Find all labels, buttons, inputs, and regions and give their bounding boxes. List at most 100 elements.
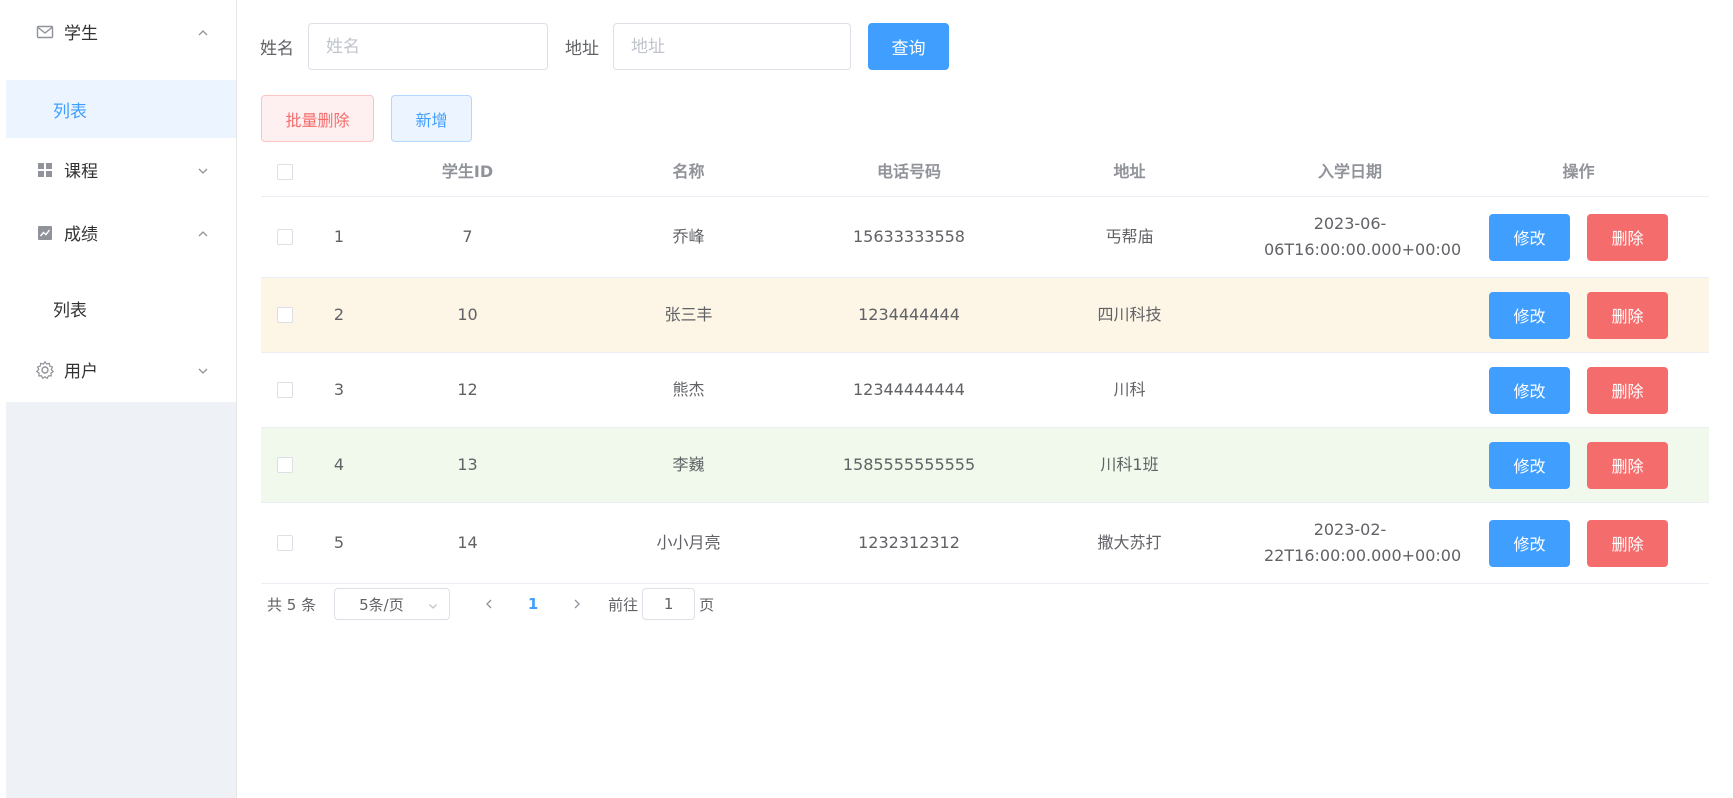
menu-courses-label: 课程 — [64, 162, 98, 182]
row-enroll-date: 2023-02-22T16:00:00.000+00:00 — [1264, 520, 1462, 565]
chart-icon — [34, 222, 56, 244]
row-name: 小小月亮 — [656, 533, 721, 552]
row-index: 2 — [333, 305, 345, 324]
name-search-input[interactable] — [308, 23, 548, 70]
row-select-cell — [261, 382, 309, 398]
header-phone: 电话号码 — [876, 161, 941, 181]
row-enroll-date: 2023-06-06T16:00:00.000+00:00 — [1264, 214, 1462, 259]
action-bar: 批量删除 新增 — [261, 95, 472, 142]
row-checkbox[interactable] — [277, 307, 293, 323]
header-operations: 操作 — [1562, 161, 1595, 181]
table-row: 3 12 熊杰 12344444444 川科 修改 删除 — [261, 353, 1709, 428]
table-row: 2 10 张三丰 1234444444 四川科技 修改 删除 — [261, 278, 1709, 353]
edit-button[interactable]: 修改 — [1489, 519, 1570, 567]
menu-students-label: 学生 — [64, 24, 98, 44]
chevron-left-icon — [486, 599, 492, 609]
chevron-up-icon — [196, 25, 210, 39]
row-index: 1 — [333, 227, 345, 246]
row-operations: 修改 删除 — [1448, 213, 1709, 261]
row-select-cell — [261, 457, 309, 473]
menu-users[interactable]: 用户 — [6, 337, 236, 402]
row-name: 熊杰 — [672, 380, 705, 399]
page-suffix: 页 — [699, 595, 715, 614]
row-checkbox[interactable] — [277, 457, 293, 473]
main-content: 姓名 地址 查询 批量删除 新增 学生ID 名称 电话号码 地址 入学日期 操作 — [237, 0, 1733, 798]
row-select-cell — [261, 307, 309, 323]
header-enroll-date: 入学日期 — [1317, 161, 1382, 181]
header-name: 名称 — [672, 161, 705, 181]
row-select-cell — [261, 535, 309, 551]
delete-button[interactable]: 删除 — [1587, 366, 1668, 414]
row-address: 撒大苏打 — [1097, 533, 1162, 552]
goto-label: 前往 — [608, 595, 639, 614]
prev-page-button[interactable] — [474, 589, 504, 619]
chevron-right-icon — [574, 599, 581, 609]
select-all-cell — [261, 163, 309, 180]
menu-grades[interactable]: 成绩 — [6, 201, 236, 264]
grid-icon — [34, 159, 56, 181]
table-row: 4 13 李巍 1585555555555 川科1班 修改 删除 — [261, 428, 1709, 503]
address-search-input[interactable] — [613, 23, 851, 70]
menu-courses[interactable]: 课程 — [6, 138, 236, 201]
row-address: 川科 — [1113, 380, 1146, 399]
row-phone: 1234444444 — [858, 305, 960, 324]
sidebar: 学生 列表 课程 成绩 列表 用户 — [6, 0, 237, 798]
table-header: 学生ID 名称 电话号码 地址 入学日期 操作 — [261, 147, 1709, 197]
row-phone: 1585555555555 — [842, 455, 976, 474]
page-size-select[interactable]: 5条/页 — [334, 588, 451, 620]
submenu-spacer — [6, 63, 236, 80]
delete-button[interactable]: 删除 — [1587, 519, 1668, 567]
row-select-cell — [261, 229, 309, 245]
row-student-id: 7 — [462, 227, 473, 246]
edit-button[interactable]: 修改 — [1489, 366, 1570, 414]
row-phone: 1232312312 — [858, 533, 960, 552]
address-label: 地址 — [565, 39, 599, 59]
submenu-grade-list[interactable]: 列表 — [6, 279, 236, 337]
app: 学生 列表 课程 成绩 列表 用户 姓名 姓名 地址 地址 查询 批量删除 新增… — [0, 0, 1733, 798]
row-checkbox[interactable] — [277, 229, 293, 245]
goto-page-input[interactable] — [642, 588, 696, 620]
submenu-student-list-label: 列表 — [53, 101, 87, 122]
row-index: 3 — [333, 380, 345, 399]
delete-button[interactable]: 删除 — [1587, 441, 1668, 489]
row-address: 四川科技 — [1097, 305, 1162, 324]
pagination-total: 共 5 条 — [267, 595, 317, 614]
row-student-id: 10 — [457, 305, 478, 324]
query-button[interactable]: 查询 — [868, 23, 949, 70]
row-student-id: 12 — [457, 380, 478, 399]
page-number-current[interactable]: 1 — [518, 595, 548, 613]
name-label: 姓名 — [260, 39, 294, 59]
add-button[interactable]: 新增 — [391, 95, 472, 142]
submenu-student-list[interactable]: 列表 — [6, 80, 236, 138]
row-name: 李巍 — [672, 455, 705, 474]
row-checkbox[interactable] — [277, 535, 293, 551]
delete-button[interactable]: 删除 — [1587, 213, 1668, 261]
chevron-down-icon — [427, 598, 439, 610]
table-row: 1 7 乔峰 15633333558 丐帮庙 2023-06-06T16:00:… — [261, 197, 1709, 278]
student-table: 学生ID 名称 电话号码 地址 入学日期 操作 1 7 乔峰 156333335… — [261, 147, 1709, 584]
edit-button[interactable]: 修改 — [1489, 213, 1570, 261]
edit-button[interactable]: 修改 — [1489, 441, 1570, 489]
row-student-id: 13 — [457, 455, 478, 474]
row-operations: 修改 删除 — [1448, 366, 1709, 414]
gear-icon — [34, 359, 56, 381]
menu-grades-label: 成绩 — [64, 225, 98, 245]
select-all-checkbox[interactable] — [277, 163, 293, 180]
header-address: 地址 — [1113, 161, 1146, 181]
next-page-button[interactable] — [562, 589, 592, 619]
chevron-up-icon — [196, 226, 210, 240]
row-index: 4 — [333, 455, 345, 474]
edit-button[interactable]: 修改 — [1489, 291, 1570, 339]
row-checkbox[interactable] — [277, 382, 293, 398]
row-student-id: 14 — [457, 533, 478, 552]
page-size-value: 5条/页 — [359, 595, 404, 614]
menu-students[interactable]: 学生 — [6, 0, 236, 63]
delete-button[interactable]: 删除 — [1587, 291, 1668, 339]
chevron-down-icon — [196, 163, 210, 177]
batch-delete-button[interactable]: 批量删除 — [261, 95, 374, 142]
row-operations: 修改 删除 — [1448, 519, 1709, 567]
row-operations: 修改 删除 — [1448, 291, 1709, 339]
header-student-id: 学生ID — [441, 161, 494, 181]
submenu-grade-list-label: 列表 — [53, 300, 87, 321]
menu-users-label: 用户 — [64, 362, 98, 382]
